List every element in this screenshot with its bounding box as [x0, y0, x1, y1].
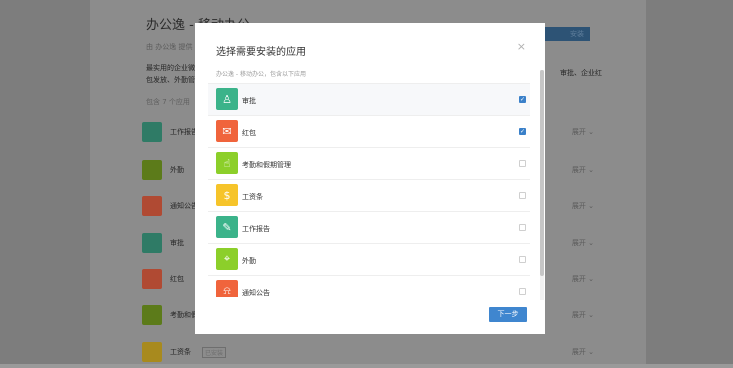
app-select-checkbox[interactable]	[519, 96, 526, 103]
app-select-list[interactable]: ♙ 审批 ✉ 红包 ☝ 考勤和假期管理 $ 工资条 ✎ 工作报告 ⌖ 外勤 ⍾ 通知公告	[208, 83, 530, 297]
app-select-checkbox[interactable]	[519, 224, 526, 231]
app-select-item[interactable]: ✎ 工作报告	[208, 212, 530, 244]
app-select-item[interactable]: ☝ 考勤和假期管理	[208, 148, 530, 180]
stamp-icon: ♙	[216, 88, 238, 110]
app-icon	[142, 269, 162, 289]
app-select-item[interactable]: ♙ 审批	[208, 84, 530, 116]
app-select-label: 审批	[242, 97, 256, 105]
expand-link[interactable]: 展开 ⌄	[572, 201, 594, 211]
expand-link[interactable]: 展开 ⌄	[572, 238, 594, 248]
app-description: 最实用的企业微 包发放、外勤管	[146, 64, 195, 84]
app-name: 通知公告	[170, 202, 198, 210]
app-name: 审批	[170, 239, 184, 247]
app-name: 工作报告	[170, 128, 198, 136]
scrollbar-thumb[interactable]	[540, 70, 544, 276]
expand-link[interactable]: 展开 ⌄	[572, 165, 594, 175]
dialog-title: 选择需要安装的应用	[216, 47, 306, 58]
app-count-label: 包含 7 个应用	[146, 98, 190, 106]
app-select-label: 考勤和假期管理	[242, 161, 291, 169]
app-select-checkbox[interactable]	[519, 256, 526, 263]
expand-link[interactable]: 展开 ⌄	[572, 347, 594, 357]
app-select-label: 通知公告	[242, 289, 270, 297]
scrollbar[interactable]	[540, 70, 544, 300]
provider-label: 由 办公逸 提供	[146, 43, 193, 51]
app-name: 工资条	[170, 348, 191, 356]
app-select-checkbox[interactable]	[519, 288, 526, 295]
expand-link[interactable]: 展开 ⌄	[572, 127, 594, 137]
app-select-checkbox[interactable]	[519, 160, 526, 167]
hand-touch-icon: ☝	[216, 152, 238, 174]
app-icon	[142, 196, 162, 216]
report-edit-icon: ✎	[216, 216, 238, 238]
app-icon	[142, 122, 162, 142]
app-select-item[interactable]: $ 工资条	[208, 180, 530, 212]
app-name: 外勤	[170, 166, 184, 174]
red-envelope-icon: ✉	[216, 120, 238, 142]
app-description-right: 审批、企业红	[560, 69, 602, 77]
close-icon[interactable]: ×	[517, 40, 526, 53]
app-icon	[142, 342, 162, 362]
installed-badge: 已安装	[202, 347, 227, 358]
app-select-checkbox[interactable]	[519, 128, 526, 135]
app-select-label: 红包	[242, 129, 256, 137]
app-select-item[interactable]: ⌖ 外勤	[208, 244, 530, 276]
expand-link[interactable]: 展开 ⌄	[572, 310, 594, 320]
app-select-label: 外勤	[242, 257, 256, 265]
app-select-checkbox[interactable]	[519, 192, 526, 199]
salary-icon: $	[216, 184, 238, 206]
bell-icon: ⍾	[216, 280, 238, 297]
app-select-label: 工资条	[242, 193, 263, 201]
next-button[interactable]: 下一步	[489, 307, 527, 322]
app-name: 红包	[170, 275, 184, 283]
install-button[interactable]: 安装	[538, 27, 590, 41]
app-select-item[interactable]: ✉ 红包	[208, 116, 530, 148]
location-pin-icon: ⌖	[216, 248, 238, 270]
app-select-item[interactable]: ⍾ 通知公告	[208, 276, 530, 297]
select-apps-dialog: 选择需要安装的应用 × 办公逸 - 移动办公，包含以下应用 ♙ 审批 ✉ 红包 ☝ 考勤和…	[195, 23, 545, 334]
app-icon	[142, 233, 162, 253]
expand-link[interactable]: 展开 ⌄	[572, 274, 594, 284]
dialog-subtitle: 办公逸 - 移动办公，包含以下应用	[216, 71, 306, 78]
app-icon	[142, 160, 162, 180]
app-select-label: 工作报告	[242, 225, 270, 233]
app-icon	[142, 305, 162, 325]
